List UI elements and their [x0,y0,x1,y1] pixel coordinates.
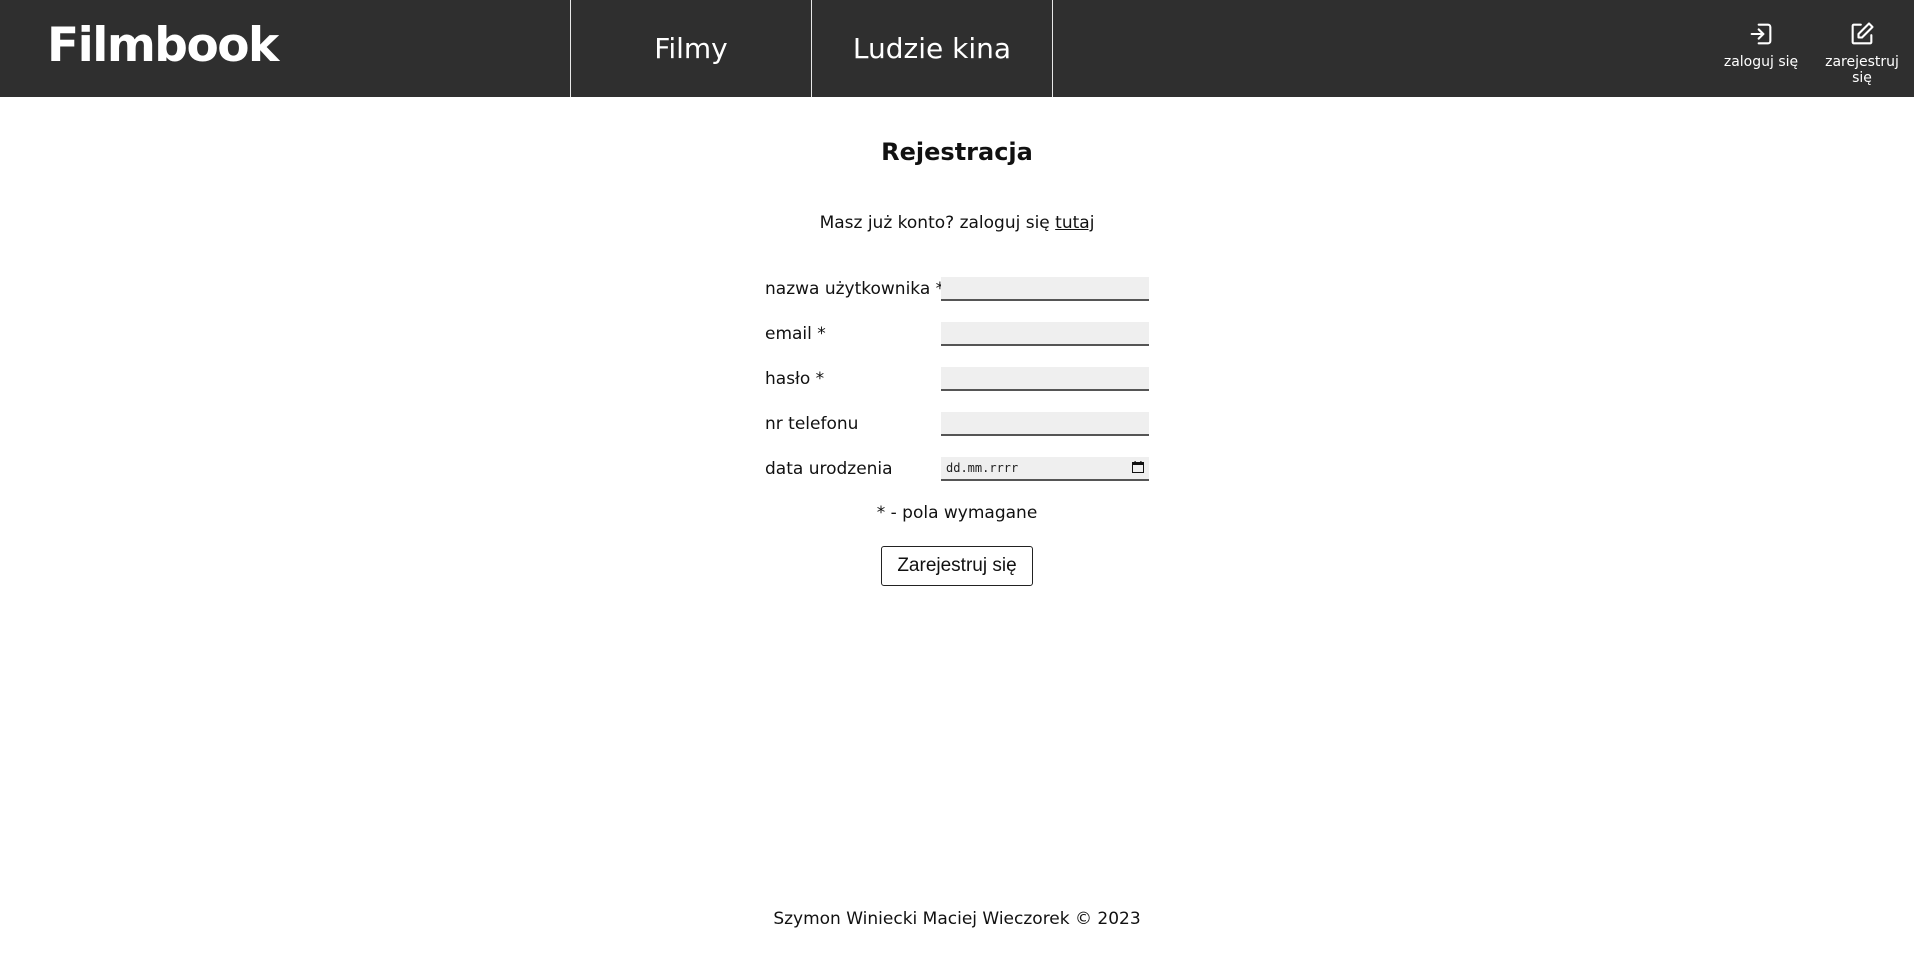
login-button[interactable]: zaloguj się [1713,20,1809,70]
phone-label: nr telefonu [765,414,859,434]
nav-item-label: Filmy [654,32,728,65]
login-prompt: Masz już konto? zaloguj się tutaj [0,213,1914,233]
footer-text: Szymon Winiecki Maciej Wieczorek © 2023 [773,909,1141,929]
password-label: hasło * [765,369,825,389]
form-row-birthdate: data urodzenia dd.mm.rrrr [765,457,1150,483]
register-label: zarejestruj się [1825,54,1899,86]
birthdate-placeholder: dd.mm.rrrr [946,461,1019,475]
login-link[interactable]: tutaj [1055,213,1094,233]
register-submit-button[interactable]: Zarejestruj się [881,546,1033,586]
page-title: Rejestracja [881,138,1033,166]
birthdate-input[interactable]: dd.mm.rrrr [941,457,1149,481]
page-footer: Szymon Winiecki Maciej Wieczorek © 2023 [0,909,1914,929]
form-row-username: nazwa użytkownika * [765,277,1150,303]
email-label: email * [765,324,826,344]
edit-icon [1814,20,1910,50]
birthdate-label: data urodzenia [765,459,893,479]
nav-divider [1052,0,1053,97]
nav-item-filmy[interactable]: Filmy [570,0,811,97]
calendar-icon[interactable] [1132,461,1144,473]
username-input[interactable] [941,277,1149,301]
username-label: nazwa użytkownika * [765,279,945,299]
top-navigation-bar: Filmbook Filmy Ludzie kina zaloguj się z… [0,0,1914,97]
phone-input[interactable] [941,412,1149,436]
login-icon [1713,20,1809,50]
email-input[interactable] [941,322,1149,346]
form-row-email: email * [765,322,1150,348]
password-input[interactable] [941,367,1149,391]
login-prompt-text: Masz już konto? zaloguj się [819,213,1050,233]
form-row-password: hasło * [765,367,1150,393]
required-fields-note: * - pola wymagane [876,503,1038,523]
nav-item-label: Ludzie kina [852,32,1012,65]
nav-item-ludzie-kina[interactable]: Ludzie kina [811,0,1052,97]
register-button[interactable]: zarejestruj się [1814,20,1910,86]
form-row-phone: nr telefonu [765,412,1150,438]
site-logo[interactable]: Filmbook [47,18,279,74]
login-label: zaloguj się [1723,54,1799,70]
